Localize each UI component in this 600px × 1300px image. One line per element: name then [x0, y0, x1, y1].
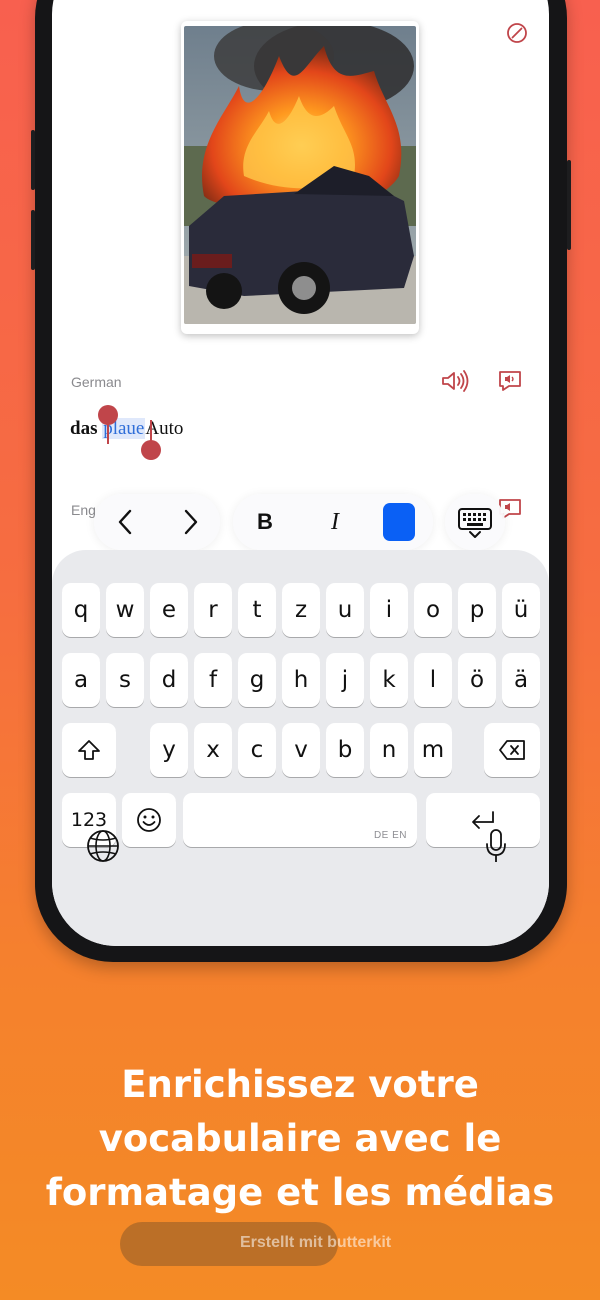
key[interactable]: v	[282, 723, 320, 777]
front-word-text[interactable]: das plaueAuto	[70, 418, 183, 440]
card-image-frame[interactable]	[181, 21, 419, 334]
key[interactable]: u	[326, 583, 364, 637]
edit-off-icon[interactable]	[505, 21, 529, 45]
caption-line: formatage et les médias	[45, 1171, 555, 1214]
key[interactable]: c	[238, 723, 276, 777]
key[interactable]: x	[194, 723, 232, 777]
chevron-left-icon	[118, 509, 132, 535]
emoji-key[interactable]	[122, 793, 176, 847]
key[interactable]: n	[370, 723, 408, 777]
shift-key[interactable]	[62, 723, 116, 777]
chevron-right-icon	[184, 509, 198, 535]
burning-car-photo	[184, 26, 416, 324]
italic-button[interactable]: I	[320, 506, 350, 538]
next-field-button[interactable]	[176, 506, 206, 538]
key[interactable]: g	[238, 653, 276, 707]
key[interactable]: t	[238, 583, 276, 637]
phone-side-button	[31, 130, 35, 190]
back-language-label: Eng	[71, 502, 96, 518]
key[interactable]: a	[62, 653, 100, 707]
keyboard-dismiss-icon	[458, 508, 492, 538]
key[interactable]: ü	[502, 583, 540, 637]
selection-start-handle[interactable]	[98, 405, 118, 425]
space-key[interactable]: DE EN	[183, 793, 417, 847]
key[interactable]: j	[326, 653, 364, 707]
emoji-icon	[137, 808, 161, 832]
promo-caption: Enrichissez votre vocabulaire avec le fo…	[0, 1058, 600, 1220]
phone-side-button	[31, 210, 35, 270]
key[interactable]: z	[282, 583, 320, 637]
key[interactable]: k	[370, 653, 408, 707]
credit-text: Erstellt mit butterkit	[240, 1234, 392, 1251]
dismiss-keyboard-button[interactable]	[456, 506, 494, 540]
key[interactable]: s	[106, 653, 144, 707]
key[interactable]: q	[62, 583, 100, 637]
key[interactable]: l	[414, 653, 452, 707]
key[interactable]: m	[414, 723, 452, 777]
microphone-icon[interactable]	[484, 828, 508, 864]
keyboard: q w e r t z u i o p ü a s d f g h j k l …	[52, 550, 549, 946]
key[interactable]: i	[370, 583, 408, 637]
key[interactable]: r	[194, 583, 232, 637]
phone-power-button	[567, 160, 571, 250]
shift-icon	[78, 740, 100, 760]
front-language-label: German	[71, 374, 122, 390]
speaker-icon[interactable]	[440, 369, 470, 393]
phone-screen: German das plaueAuto Eng B I q w e r t z…	[52, 0, 549, 946]
speech-bubble-audio-icon[interactable]	[497, 369, 523, 393]
globe-icon[interactable]	[86, 829, 120, 863]
text-color-swatch	[383, 503, 415, 541]
previous-field-button[interactable]	[110, 506, 140, 538]
backspace-icon	[499, 740, 525, 760]
key[interactable]: o	[414, 583, 452, 637]
delete-key[interactable]	[484, 723, 540, 777]
caption-line: vocabulaire avec le	[98, 1117, 502, 1160]
key[interactable]: e	[150, 583, 188, 637]
key[interactable]: ä	[502, 653, 540, 707]
selection-end-handle[interactable]	[141, 440, 161, 460]
key[interactable]: p	[458, 583, 496, 637]
key[interactable]: ö	[458, 653, 496, 707]
key[interactable]: b	[326, 723, 364, 777]
bold-button[interactable]: B	[250, 506, 280, 538]
key[interactable]: d	[150, 653, 188, 707]
caption-line: Enrichissez votre	[121, 1063, 479, 1106]
text-color-button[interactable]	[382, 502, 416, 542]
space-language-hint: DE EN	[373, 830, 407, 841]
key[interactable]: h	[282, 653, 320, 707]
key[interactable]: y	[150, 723, 188, 777]
key[interactable]: w	[106, 583, 144, 637]
return-key[interactable]	[426, 793, 540, 847]
key[interactable]: f	[194, 653, 232, 707]
word-article: das	[70, 418, 98, 439]
